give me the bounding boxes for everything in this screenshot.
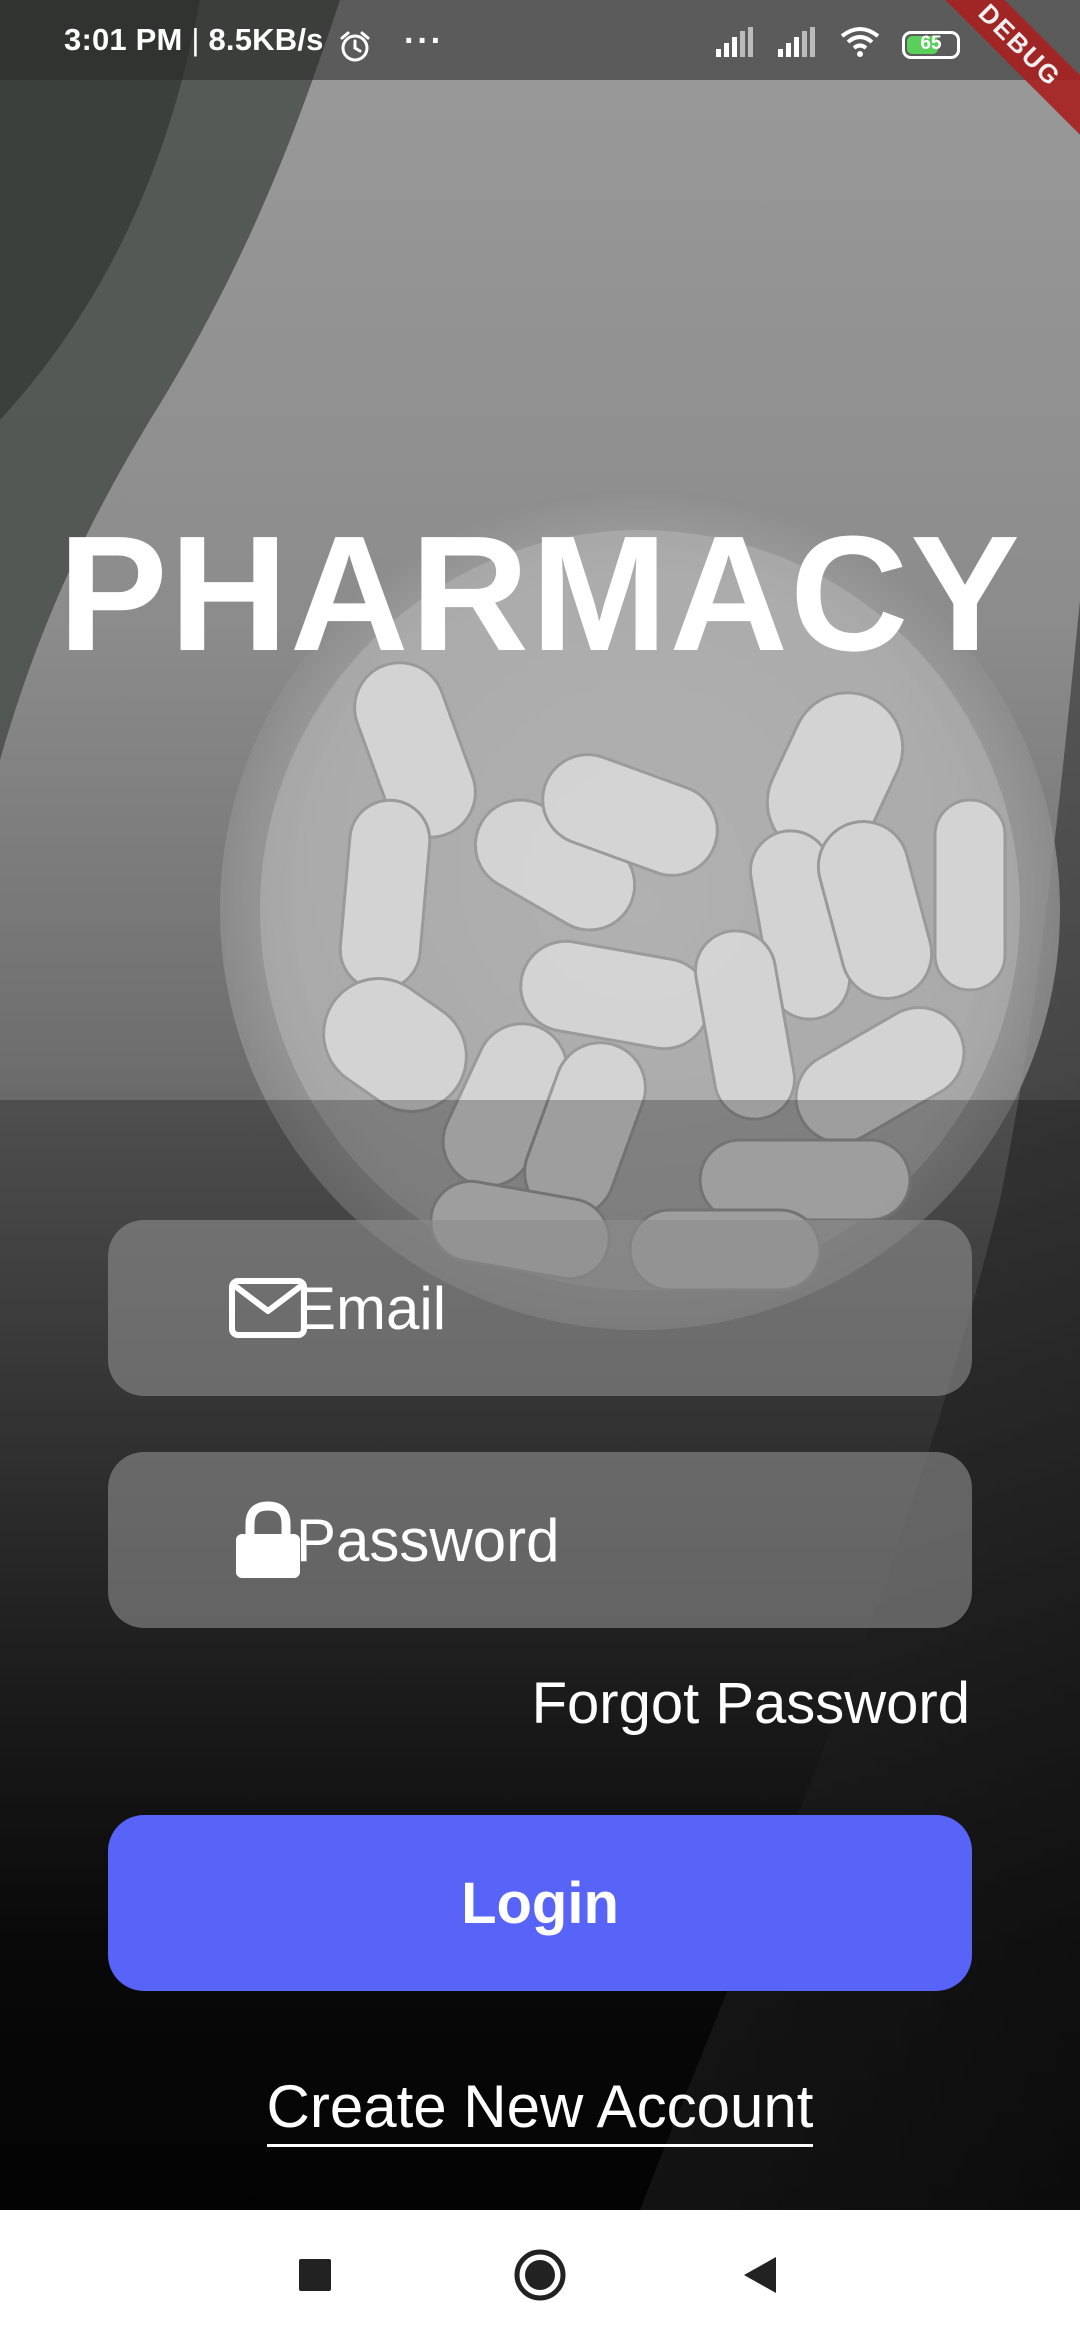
signal-icon-sim2 <box>778 27 818 62</box>
login-screen: 3:01 PM | 8.5KB/s ··· 65 DEBUG PHARMACY … <box>0 0 1080 2340</box>
square-icon <box>299 2259 331 2291</box>
password-field[interactable] <box>108 1452 972 1628</box>
system-nav-bar <box>0 2210 1080 2340</box>
email-input[interactable] <box>296 1220 932 1396</box>
wifi-icon <box>840 26 880 63</box>
create-account-link[interactable]: Create New Account <box>266 2073 814 2147</box>
create-account-container: Create New Account <box>0 2072 1080 2147</box>
status-time: 3:01 PM <box>64 22 183 57</box>
status-time-speed: 3:01 PM | 8.5KB/s <box>64 22 324 58</box>
status-bar: 3:01 PM | 8.5KB/s ··· 65 DEBUG <box>0 0 1080 138</box>
app-title: PHARMACY <box>58 502 1022 685</box>
home-button[interactable] <box>475 2210 605 2340</box>
back-button[interactable] <box>695 2210 825 2340</box>
network-speed: 8.5KB/s <box>208 22 324 57</box>
more-notifications-icon: ··· <box>404 22 444 60</box>
circle-icon <box>514 2249 566 2301</box>
alarm-icon <box>338 30 372 69</box>
email-field[interactable] <box>108 1220 972 1396</box>
battery-level: 65 <box>920 32 942 54</box>
recents-button[interactable] <box>250 2210 380 2340</box>
status-icons: 65 <box>716 26 960 63</box>
triangle-back-icon <box>744 2257 776 2293</box>
password-input[interactable] <box>296 1452 932 1628</box>
status-separator: | <box>191 22 200 57</box>
login-button[interactable]: Login <box>108 1815 972 1991</box>
forgot-password-link[interactable]: Forgot Password <box>532 1670 970 1737</box>
signal-icon-sim1 <box>716 27 756 62</box>
battery-icon: 65 <box>902 30 960 59</box>
